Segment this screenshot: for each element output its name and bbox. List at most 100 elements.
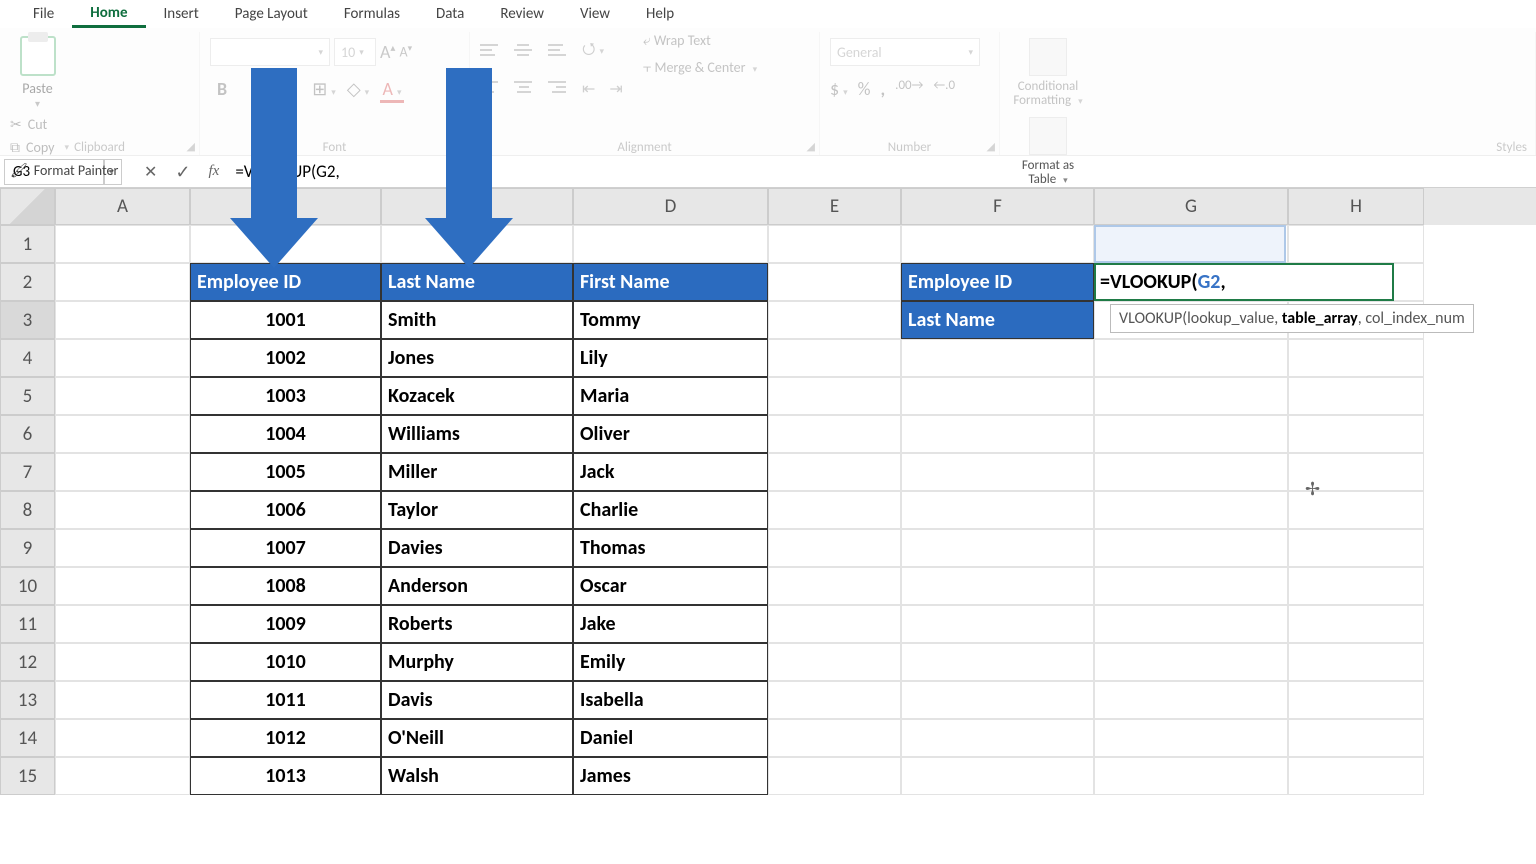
- cell[interactable]: [1288, 415, 1424, 453]
- row-header[interactable]: 5: [0, 377, 55, 415]
- cell[interactable]: [1094, 757, 1288, 795]
- cell[interactable]: First Name: [573, 263, 768, 301]
- cell[interactable]: [1094, 415, 1288, 453]
- cell[interactable]: [901, 643, 1094, 681]
- cell[interactable]: [1288, 719, 1424, 757]
- col-header-f[interactable]: F: [901, 188, 1094, 225]
- cell[interactable]: [1094, 453, 1288, 491]
- format-as-table-button[interactable]: Format as Table ▾: [1010, 117, 1086, 188]
- cell[interactable]: [901, 415, 1094, 453]
- cell[interactable]: [768, 415, 901, 453]
- cell[interactable]: Murphy: [381, 643, 573, 681]
- cell[interactable]: [1288, 681, 1424, 719]
- cell[interactable]: [1288, 225, 1424, 263]
- cell[interactable]: [768, 643, 901, 681]
- cell[interactable]: [901, 719, 1094, 757]
- align-center-icon[interactable]: [514, 81, 534, 97]
- worksheet-grid[interactable]: A B C D E F G H 12Employee IDLast NameFi…: [0, 188, 1536, 795]
- row-header[interactable]: 4: [0, 339, 55, 377]
- row-header[interactable]: 11: [0, 605, 55, 643]
- align-top-icon[interactable]: [480, 44, 500, 60]
- cell[interactable]: [768, 301, 901, 339]
- cell[interactable]: [1288, 377, 1424, 415]
- merge-center-button[interactable]: ⫟ Merge & Center ▾: [643, 59, 757, 76]
- cell[interactable]: [55, 605, 190, 643]
- cell-g3-editing[interactable]: =VLOOKUP(G2,: [1094, 263, 1394, 301]
- cell[interactable]: [55, 567, 190, 605]
- cell[interactable]: Kozacek: [381, 377, 573, 415]
- fx-icon[interactable]: fx: [209, 163, 220, 180]
- cell[interactable]: [768, 377, 901, 415]
- tab-view[interactable]: View: [562, 2, 628, 26]
- dialog-launcher-icon[interactable]: ◢: [987, 140, 995, 153]
- cell[interactable]: 1001: [190, 301, 381, 339]
- cell[interactable]: [55, 757, 190, 795]
- cell[interactable]: [1094, 339, 1288, 377]
- cell[interactable]: [1288, 529, 1424, 567]
- cell[interactable]: Charlie: [573, 491, 768, 529]
- tab-pagelayout[interactable]: Page Layout: [217, 2, 326, 26]
- dialog-launcher-icon[interactable]: ◢: [807, 140, 815, 153]
- cell[interactable]: [768, 757, 901, 795]
- cell[interactable]: 1004: [190, 415, 381, 453]
- cell[interactable]: [1094, 643, 1288, 681]
- cell[interactable]: [55, 377, 190, 415]
- align-bottom-icon[interactable]: [548, 44, 568, 60]
- orientation-button[interactable]: ⭯▾: [582, 38, 604, 65]
- cell[interactable]: [1288, 605, 1424, 643]
- cell[interactable]: [901, 453, 1094, 491]
- increase-indent-icon[interactable]: ⇥: [609, 79, 622, 99]
- cell[interactable]: [768, 339, 901, 377]
- cell[interactable]: 1008: [190, 567, 381, 605]
- cell[interactable]: [55, 263, 190, 301]
- row-header[interactable]: 15: [0, 757, 55, 795]
- cell[interactable]: [1094, 529, 1288, 567]
- conditional-formatting-button[interactable]: Conditional Formatting ▾: [1010, 38, 1086, 109]
- wrap-text-button[interactable]: ⤶ Wrap Text: [643, 32, 757, 49]
- cell[interactable]: [1288, 757, 1424, 795]
- cell[interactable]: Lily: [573, 339, 768, 377]
- align-right-icon[interactable]: [548, 81, 568, 97]
- dialog-launcher-icon[interactable]: ◢: [187, 140, 195, 153]
- col-header-d[interactable]: D: [573, 188, 768, 225]
- cell[interactable]: Last Name: [381, 263, 573, 301]
- decrease-decimal-icon[interactable]: ←.0: [933, 78, 955, 100]
- decrease-indent-icon[interactable]: ⇤: [582, 79, 595, 99]
- cell[interactable]: [1094, 605, 1288, 643]
- cell[interactable]: [768, 605, 901, 643]
- comma-button[interactable]: ,: [881, 78, 886, 100]
- tab-help[interactable]: Help: [628, 2, 692, 26]
- cell[interactable]: [901, 491, 1094, 529]
- cell[interactable]: [768, 263, 901, 301]
- cell[interactable]: [901, 529, 1094, 567]
- currency-button[interactable]: $▾: [830, 78, 848, 100]
- percent-button[interactable]: %: [858, 78, 871, 100]
- cell[interactable]: Thomas: [573, 529, 768, 567]
- cell[interactable]: [768, 567, 901, 605]
- cell[interactable]: [768, 529, 901, 567]
- cell[interactable]: [1288, 339, 1424, 377]
- row-header[interactable]: 9: [0, 529, 55, 567]
- number-format-combo[interactable]: General▾: [830, 38, 980, 66]
- cell[interactable]: [55, 225, 190, 263]
- cell[interactable]: [1094, 681, 1288, 719]
- cell[interactable]: 1011: [190, 681, 381, 719]
- cell[interactable]: [1288, 567, 1424, 605]
- cell[interactable]: [55, 719, 190, 757]
- grow-font-icon[interactable]: A▴: [380, 41, 395, 63]
- cell[interactable]: 1012: [190, 719, 381, 757]
- row-header[interactable]: 12: [0, 643, 55, 681]
- cell[interactable]: Isabella: [573, 681, 768, 719]
- tab-data[interactable]: Data: [418, 2, 482, 26]
- cell[interactable]: O'Neill: [381, 719, 573, 757]
- cell[interactable]: [768, 681, 901, 719]
- cell[interactable]: [55, 529, 190, 567]
- cell[interactable]: James: [573, 757, 768, 795]
- cell[interactable]: Maria: [573, 377, 768, 415]
- formula-tooltip[interactable]: VLOOKUP(lookup_value, table_array, col_i…: [1110, 304, 1474, 333]
- cut-button[interactable]: ✂Cut: [10, 116, 189, 133]
- cell[interactable]: [1094, 719, 1288, 757]
- cell[interactable]: 1005: [190, 453, 381, 491]
- cell[interactable]: [901, 339, 1094, 377]
- cell[interactable]: [55, 301, 190, 339]
